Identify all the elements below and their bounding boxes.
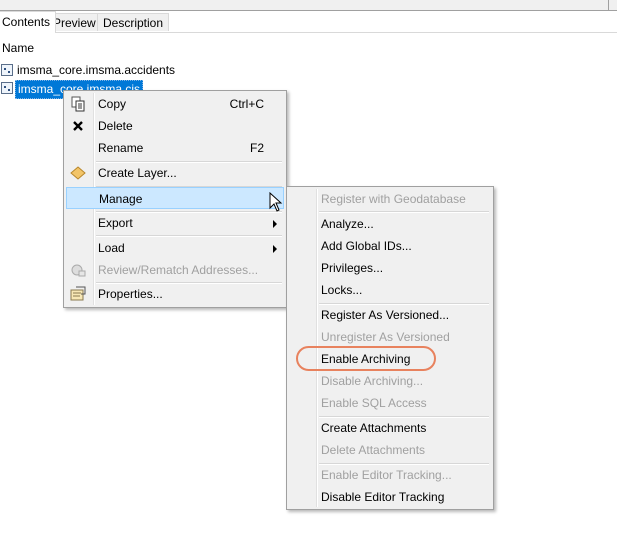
menu-item-manage[interactable]: Manage xyxy=(66,187,284,209)
window-top-strip xyxy=(0,0,617,11)
copy-icon xyxy=(71,96,85,112)
menu-item-label: Load xyxy=(98,241,125,255)
menu-item-review-rematch[interactable]: Review/Rematch Addresses... xyxy=(66,259,284,281)
menu-item-label: Disable Editor Tracking xyxy=(321,490,445,504)
menu-item-label: Unregister As Versioned xyxy=(321,330,450,344)
menu-item-disable-archiving[interactable]: Disable Archiving... xyxy=(289,370,491,392)
menu-item-label: Enable Editor Tracking... xyxy=(321,468,452,482)
menu-item-register-with-geodatabase[interactable]: Register with Geodatabase xyxy=(289,188,491,210)
menu-item-export[interactable]: Export xyxy=(66,212,284,234)
menu-item-delete[interactable]: Delete xyxy=(66,115,284,137)
menu-item-label: Create Layer... xyxy=(98,166,177,180)
menu-item-label: Export xyxy=(98,216,133,230)
menu-item-label: Privileges... xyxy=(321,261,384,275)
menu-item-properties[interactable]: Properties... xyxy=(66,283,284,305)
menu-item-label: Delete Attachments xyxy=(321,443,426,457)
menu-item-label: Create Attachments xyxy=(321,421,427,435)
menu-item-label: Add Global IDs... xyxy=(321,239,412,253)
menu-item-label: Disable Archiving... xyxy=(321,374,424,388)
menu-item-label: Rename xyxy=(98,141,144,155)
menu-item-register-as-versioned[interactable]: Register As Versioned... xyxy=(289,304,491,326)
menu-item-label: Copy xyxy=(98,97,127,111)
menu-item-copy[interactable]: Copy Ctrl+C xyxy=(66,93,284,115)
feature-class-icon xyxy=(1,82,13,94)
menu-item-enable-sql-access[interactable]: Enable SQL Access xyxy=(289,392,491,414)
tab-description[interactable]: Description xyxy=(97,13,170,31)
name-column-header[interactable]: Name xyxy=(2,41,34,55)
window-edge xyxy=(608,0,609,10)
highlight-callout xyxy=(296,346,436,371)
menu-item-enable-editor-tracking[interactable]: Enable Editor Tracking... xyxy=(289,464,491,486)
menu-item-label: Manage xyxy=(99,192,143,206)
menu-item-disable-editor-tracking[interactable]: Disable Editor Tracking xyxy=(289,486,491,508)
geocode-icon xyxy=(71,264,86,277)
context-menu: Copy Ctrl+C Delete Rename F2 Create Laye… xyxy=(63,90,287,308)
menu-item-label: Locks... xyxy=(321,283,363,297)
menu-item-label: Properties... xyxy=(98,287,163,301)
shortcut-label: Ctrl+C xyxy=(229,97,264,111)
menu-item-create-layer[interactable]: Create Layer... xyxy=(66,162,284,184)
menu-item-rename[interactable]: Rename F2 xyxy=(66,137,284,159)
mouse-cursor-icon xyxy=(269,192,283,212)
properties-icon xyxy=(70,286,86,301)
menu-item-locks[interactable]: Locks... xyxy=(289,279,491,301)
tab-bar: Contents Preview Description xyxy=(0,11,617,33)
feature-class-icon xyxy=(1,64,13,76)
menu-item-label: Review/Rematch Addresses... xyxy=(98,263,259,277)
menu-item-create-attachments[interactable]: Create Attachments xyxy=(289,417,491,439)
tab-contents[interactable]: Contents xyxy=(0,11,57,33)
menu-item-add-global-ids[interactable]: Add Global IDs... xyxy=(289,235,491,257)
layer-diamond-icon xyxy=(70,166,86,180)
menu-item-analyze[interactable]: Analyze... xyxy=(289,213,491,235)
menu-item-privileges[interactable]: Privileges... xyxy=(289,257,491,279)
menu-item-label: Delete xyxy=(98,119,133,133)
menu-item-label: Register As Versioned... xyxy=(321,308,450,322)
list-item-label: imsma_core.imsma.accidents xyxy=(17,63,176,77)
submenu-arrow-icon xyxy=(273,220,277,228)
shortcut-label: F2 xyxy=(249,141,264,155)
menu-item-delete-attachments[interactable]: Delete Attachments xyxy=(289,439,491,461)
menu-item-label: Register with Geodatabase xyxy=(321,192,466,206)
menu-item-label: Enable SQL Access xyxy=(321,396,427,410)
submenu-arrow-icon xyxy=(273,245,277,253)
close-icon xyxy=(73,121,83,131)
menu-item-load[interactable]: Load xyxy=(66,237,284,259)
menu-item-unregister-as-versioned[interactable]: Unregister As Versioned xyxy=(289,326,491,348)
menu-item-label: Analyze... xyxy=(321,217,374,231)
